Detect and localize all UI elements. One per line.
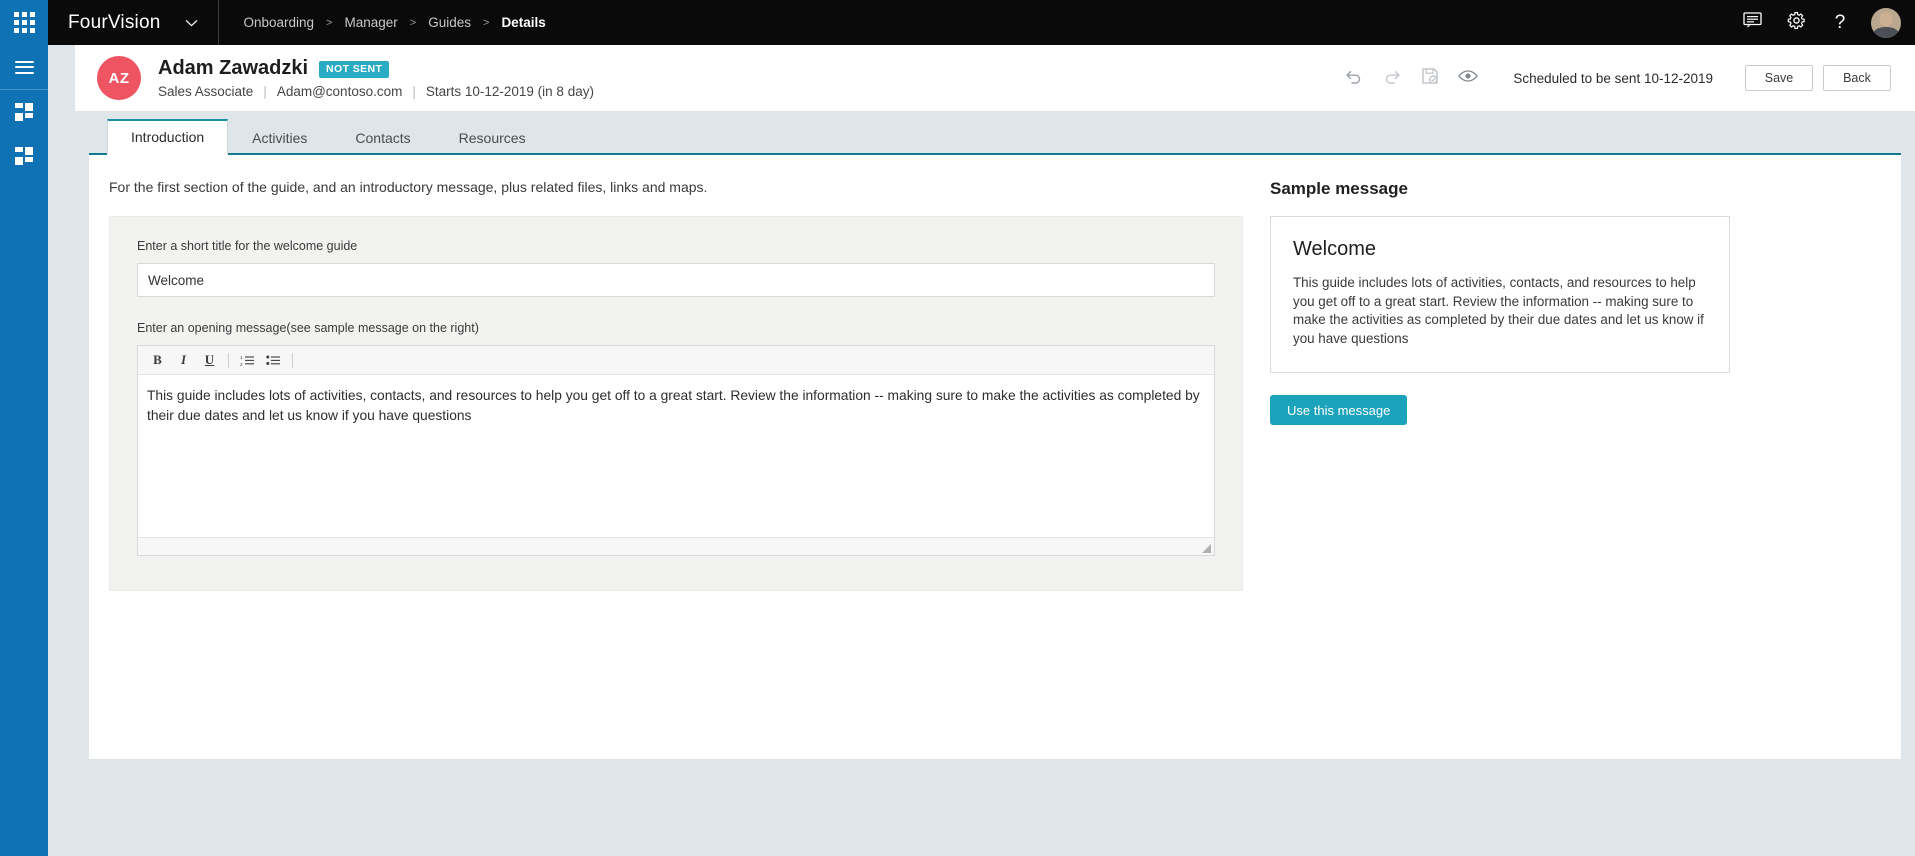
help-button[interactable]: ?: [1818, 0, 1862, 45]
record-email: Adam@contoso.com: [277, 84, 403, 99]
app-root: FourVision Onboarding > Manager > Guides…: [0, 0, 1915, 856]
toolbar-divider: [228, 353, 229, 368]
title-field-label: Enter a short title for the welcome guid…: [137, 239, 1215, 253]
avatar-initials: AZ: [97, 56, 141, 100]
undo-icon: [1345, 68, 1363, 89]
ordered-list-icon[interactable]: 1 2: [236, 350, 259, 371]
feedback-message-icon: [1743, 12, 1762, 33]
hamburger-icon: [15, 61, 34, 74]
toolbar-divider: [292, 353, 293, 368]
record-job-title: Sales Associate: [158, 84, 253, 99]
unordered-list-icon[interactable]: [262, 350, 285, 371]
avatar-head: [1880, 12, 1893, 26]
message-field-label: Enter an opening message(see sample mess…: [137, 321, 1215, 335]
svg-text:1: 1: [240, 355, 243, 360]
breadcrumb-separator: >: [316, 17, 342, 29]
intro-description: For the first section of the guide, and …: [109, 179, 1244, 195]
italic-icon[interactable]: I: [172, 350, 195, 371]
dashboard-grid-icon: [15, 147, 33, 165]
sidebar-item-dashboard-one[interactable]: [0, 90, 48, 134]
help-icon: ?: [1835, 12, 1846, 34]
left-nav-rail: [0, 45, 48, 856]
introduction-form: Enter a short title for the welcome guid…: [109, 216, 1243, 591]
sample-card-body: This guide includes lots of activities, …: [1293, 274, 1707, 348]
tab-contacts[interactable]: Contacts: [331, 119, 434, 155]
guide-title-input[interactable]: [137, 263, 1215, 297]
page-title: Adam Zawadzki: [158, 57, 308, 79]
record-header: AZ Adam Zawadzki NOT SENT Sales Associat…: [75, 45, 1915, 111]
record-title-row: Adam Zawadzki NOT SENT: [158, 57, 594, 79]
record-text: Adam Zawadzki NOT SENT Sales Associate |…: [141, 57, 594, 99]
sample-card-title: Welcome: [1293, 238, 1707, 261]
redo-icon: [1383, 68, 1401, 89]
record-actions: Scheduled to be sent 10-12-2019 Save Bac…: [1335, 62, 1891, 94]
editor-footer: [138, 537, 1214, 555]
subtitle-separator: |: [402, 84, 426, 99]
brand-dropdown-button[interactable]: [178, 0, 204, 45]
top-navigation-bar: FourVision Onboarding > Manager > Guides…: [0, 0, 1915, 45]
top-bar-actions: ?: [1730, 0, 1915, 45]
undo-button[interactable]: [1339, 62, 1369, 94]
editor-toolbar: B I U 1 2: [138, 346, 1214, 375]
form-column: For the first section of the guide, and …: [89, 155, 1244, 759]
breadcrumb-item-details[interactable]: Details: [499, 15, 547, 30]
avatar-body: [1873, 27, 1899, 38]
content-area: Introduction Activities Contacts Resourc…: [75, 111, 1915, 784]
introduction-panel: For the first section of the guide, and …: [89, 155, 1901, 759]
brand-title[interactable]: FourVision: [48, 12, 160, 34]
underline-icon[interactable]: U: [198, 350, 221, 371]
save-button[interactable]: Save: [1745, 65, 1813, 91]
feedback-message-button[interactable]: [1730, 0, 1774, 45]
subtitle-separator: |: [253, 84, 277, 99]
record-identity: AZ Adam Zawadzki NOT SENT Sales Associat…: [75, 56, 594, 100]
app-launcher-button[interactable]: [0, 0, 48, 45]
sidebar-item-menu-toggle[interactable]: [0, 45, 48, 89]
dashboard-grid-icon: [15, 103, 33, 121]
sample-message-card: Welcome This guide includes lots of acti…: [1270, 216, 1730, 373]
breadcrumb: Onboarding > Manager > Guides > Details: [219, 15, 547, 30]
bold-icon[interactable]: B: [146, 350, 169, 371]
gear-settings-icon: [1787, 11, 1806, 35]
tab-introduction[interactable]: Introduction: [107, 119, 228, 155]
use-this-message-button[interactable]: Use this message: [1270, 395, 1407, 425]
chevron-down-icon: [185, 19, 198, 27]
sidebar-item-dashboard-two[interactable]: [0, 134, 48, 178]
breadcrumb-item-guides[interactable]: Guides: [426, 15, 473, 30]
rich-text-editor: B I U 1 2: [137, 345, 1215, 556]
redo-button[interactable]: [1377, 62, 1407, 94]
record-subtitle: Sales Associate | Adam@contoso.com | Sta…: [158, 84, 594, 99]
status-badge: NOT SENT: [319, 61, 389, 78]
opening-message-editor[interactable]: This guide includes lots of activities, …: [138, 375, 1214, 537]
preview-button[interactable]: [1453, 62, 1483, 94]
eye-preview-icon: [1458, 69, 1478, 88]
resize-grip-icon[interactable]: [1200, 542, 1212, 554]
save-validate-button[interactable]: [1415, 62, 1445, 94]
schedule-status-text: Scheduled to be sent 10-12-2019: [1487, 71, 1735, 86]
breadcrumb-separator: >: [473, 17, 499, 29]
page-card: AZ Adam Zawadzki NOT SENT Sales Associat…: [75, 45, 1915, 784]
sample-message-heading: Sample message: [1270, 179, 1877, 199]
back-button[interactable]: Back: [1823, 65, 1891, 91]
app-launcher-grid-icon: [14, 12, 35, 33]
tab-strip: Introduction Activities Contacts Resourc…: [89, 111, 1901, 155]
record-start-date: Starts 10-12-2019 (in 8 day): [426, 84, 594, 99]
tab-resources[interactable]: Resources: [435, 119, 550, 155]
save-check-icon: [1421, 67, 1439, 90]
settings-button[interactable]: [1774, 0, 1818, 45]
breadcrumb-item-manager[interactable]: Manager: [342, 15, 399, 30]
tab-activities[interactable]: Activities: [228, 119, 331, 155]
breadcrumb-separator: >: [400, 17, 426, 29]
svg-text:2: 2: [240, 361, 243, 366]
user-avatar[interactable]: [1871, 8, 1901, 38]
sample-message-column: Sample message Welcome This guide includ…: [1244, 155, 1901, 759]
breadcrumb-item-onboarding[interactable]: Onboarding: [241, 15, 316, 30]
